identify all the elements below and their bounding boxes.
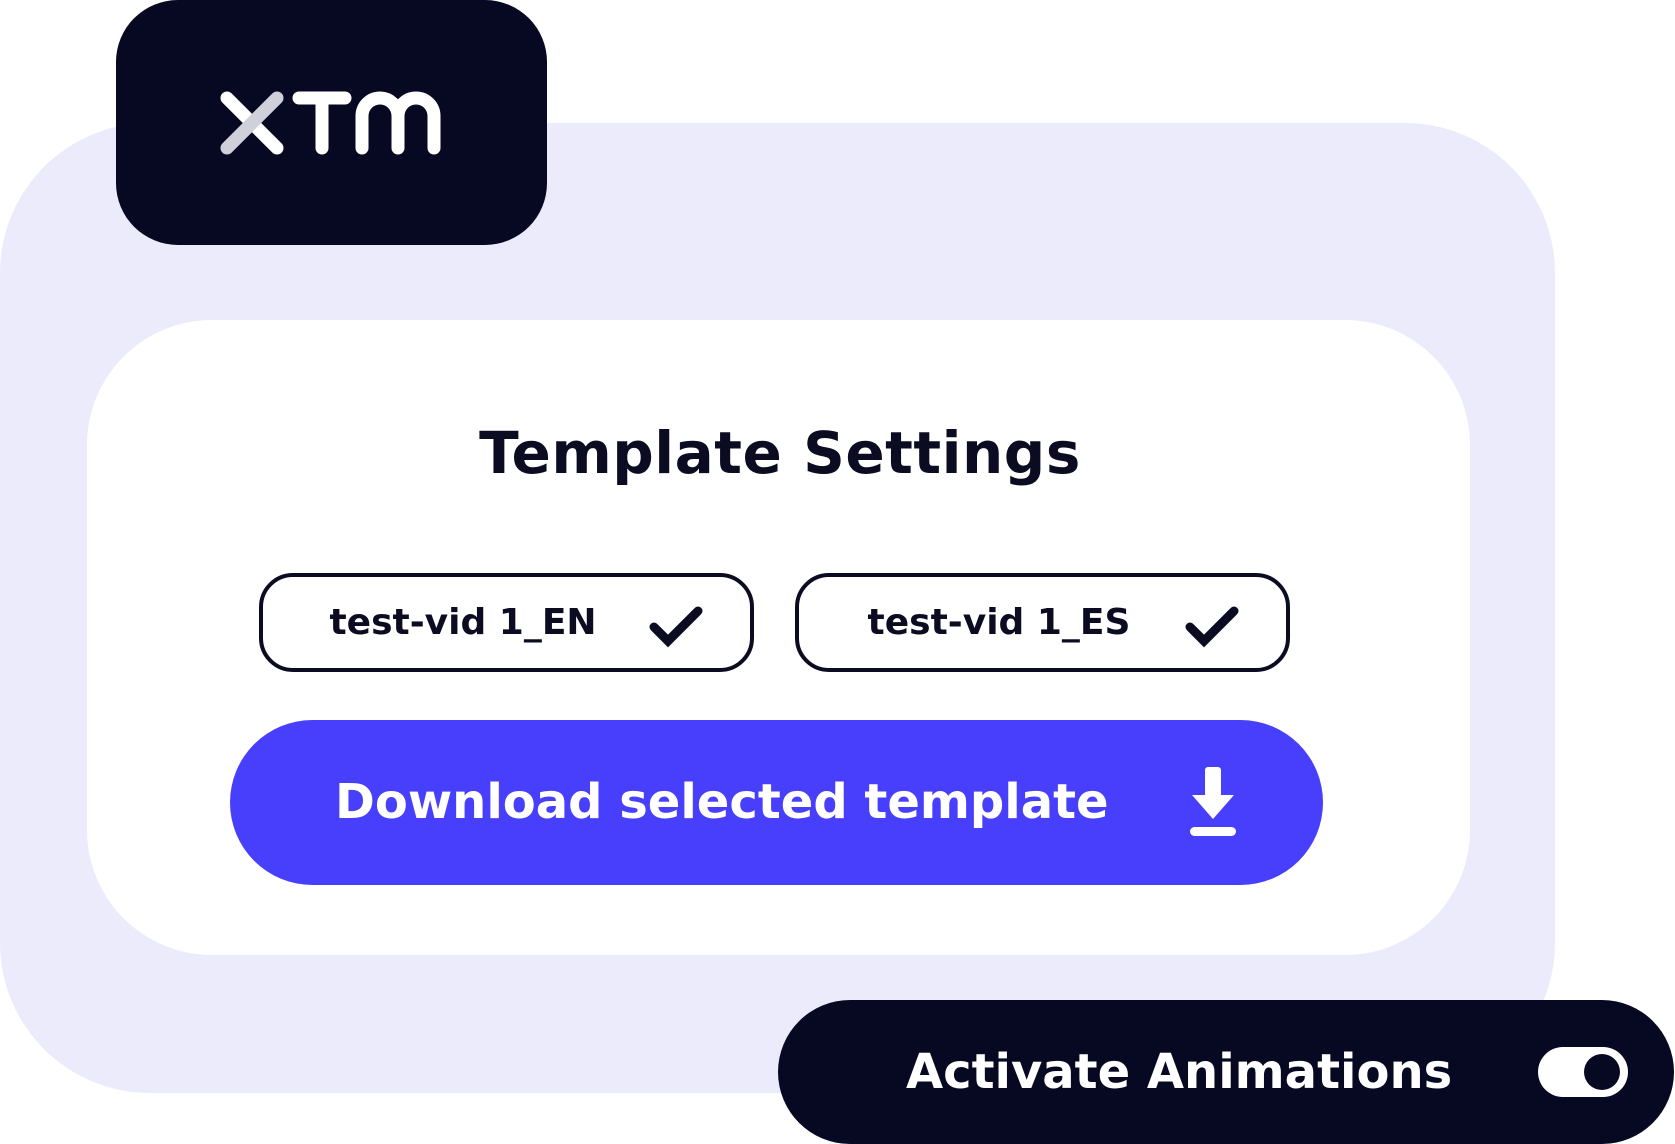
template-option-label: test-vid 1_ES xyxy=(867,602,1131,643)
template-option-es[interactable]: test-vid 1_ES xyxy=(795,573,1290,672)
page-title: Template Settings xyxy=(479,419,1081,487)
activate-animations-bar: Activate Animations xyxy=(778,1000,1674,1144)
download-button-label: Download selected template xyxy=(335,774,1109,830)
download-selected-template-button[interactable]: Download selected template xyxy=(230,720,1323,885)
toggle-knob xyxy=(1584,1054,1620,1090)
template-option-en[interactable]: test-vid 1_EN xyxy=(259,573,754,672)
animations-toggle[interactable] xyxy=(1538,1047,1628,1097)
logo-badge xyxy=(116,0,547,245)
xtm-logo xyxy=(220,91,440,154)
download-icon xyxy=(1190,767,1236,836)
template-option-label: test-vid 1_EN xyxy=(329,602,597,643)
check-icon xyxy=(1185,606,1239,648)
check-icon xyxy=(649,606,703,648)
activate-animations-label: Activate Animations xyxy=(906,1044,1453,1100)
